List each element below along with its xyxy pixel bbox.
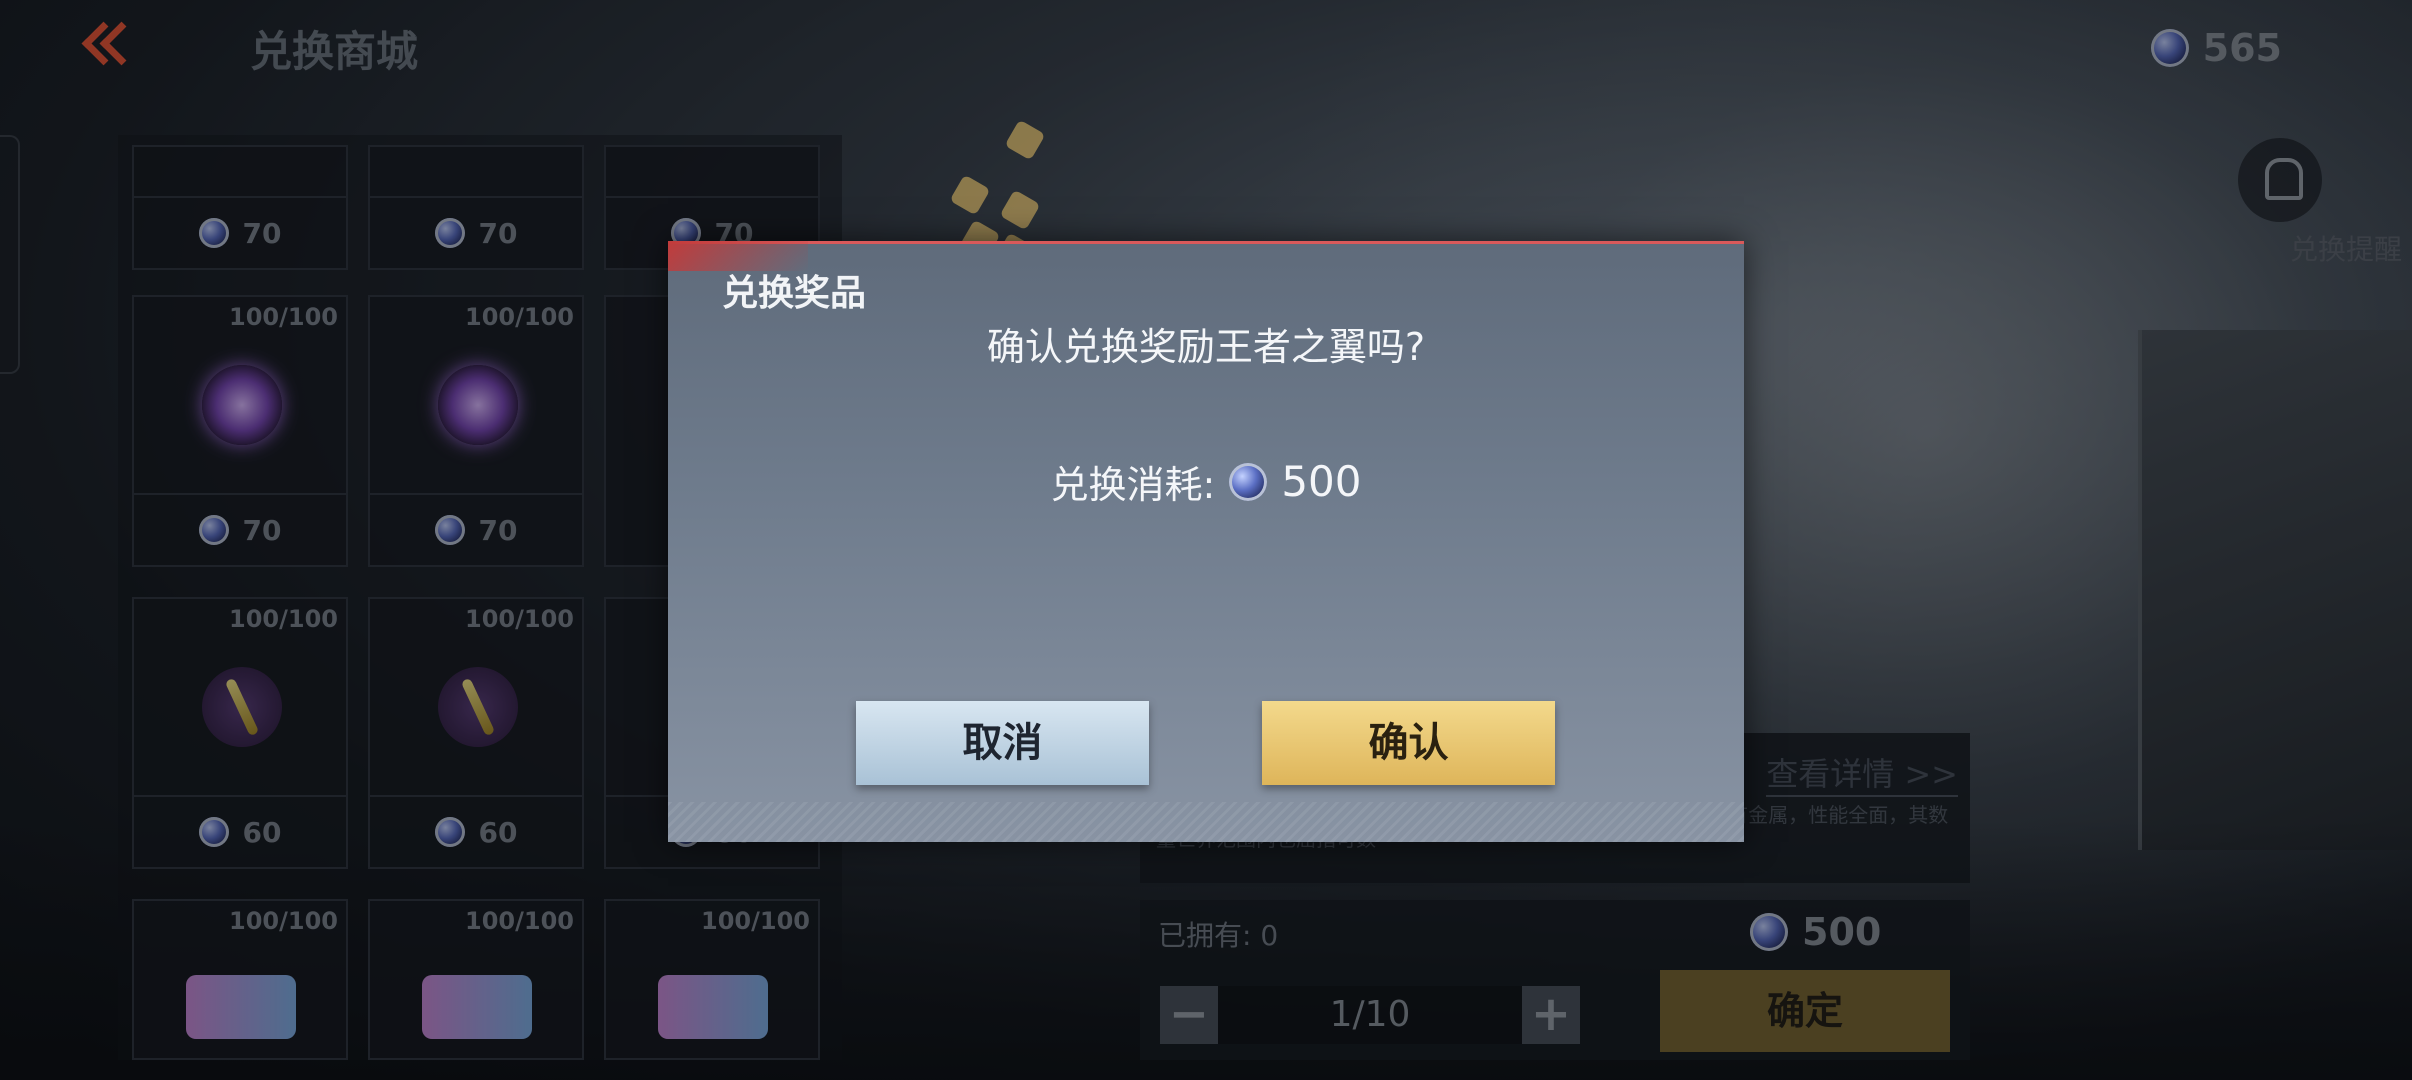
cost-value: 500 (1281, 457, 1362, 506)
coin-icon (1229, 462, 1268, 501)
cancel-button[interactable]: 取消 (856, 701, 1149, 785)
dialog-question: 确认兑换奖励王者之翼吗? (986, 325, 1426, 369)
dialog-stripe (668, 802, 1744, 842)
dialog-title: 兑换奖品 (722, 273, 867, 314)
dialog-cost: 兑换消耗: 500 (668, 454, 1744, 509)
cost-label: 兑换消耗: (1050, 463, 1216, 507)
confirm-button[interactable]: 确认 (1262, 701, 1555, 785)
exchange-dialog: 兑换奖品 确认兑换奖励王者之翼吗? 兑换消耗: 500 取消 确认 (668, 241, 1744, 842)
